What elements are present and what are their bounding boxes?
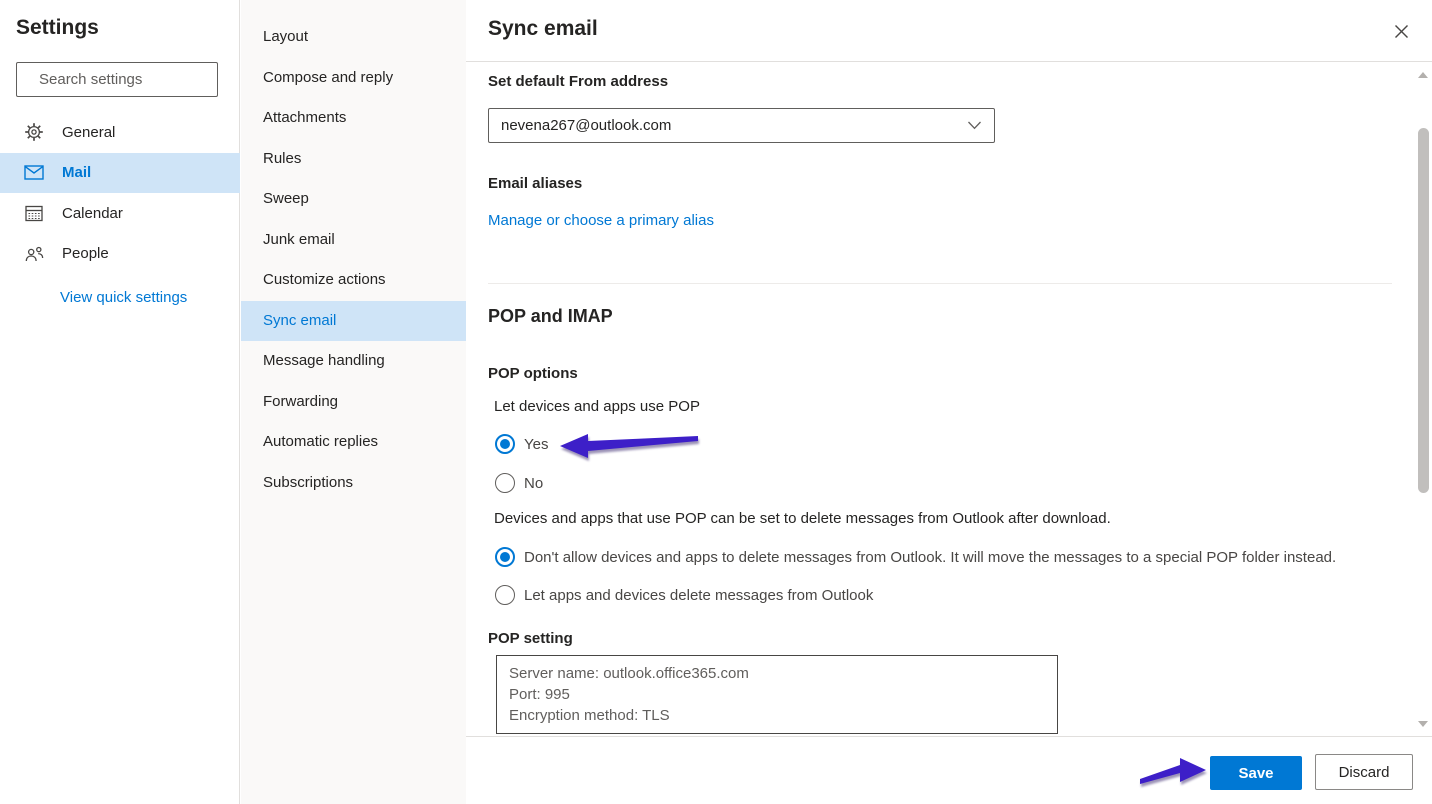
subnav-item-message-handling[interactable]: Message handling — [241, 341, 466, 382]
sidebar-item-label: People — [62, 245, 109, 262]
subnav-item-attachments[interactable]: Attachments — [241, 98, 466, 139]
subnav-item-customize-actions[interactable]: Customize actions — [241, 260, 466, 301]
sidebar-item-people[interactable]: People — [0, 234, 240, 275]
scrollbar-thumb[interactable] — [1418, 128, 1429, 493]
sidebar-item-label: General — [62, 124, 115, 141]
pop-setting-label: POP setting — [488, 630, 573, 647]
scrollbar-up-icon[interactable] — [1418, 72, 1428, 78]
use-pop-label: Let devices and apps use POP — [494, 398, 700, 415]
search-input[interactable] — [39, 71, 238, 88]
scrollbar-down-icon[interactable] — [1418, 721, 1428, 727]
sidebar-item-mail[interactable]: Mail — [0, 153, 240, 194]
subnav-item-layout[interactable]: Layout — [241, 17, 466, 58]
gear-icon — [24, 122, 44, 142]
sidebar-item-label: Mail — [62, 164, 91, 181]
section-divider — [488, 283, 1392, 284]
sync-email-panel: Sync email Set default From address neve… — [466, 0, 1432, 804]
people-icon — [24, 246, 44, 262]
radio-dont-allow-label: Don't allow devices and apps to delete m… — [524, 549, 1336, 566]
default-from-heading: Set default From address — [488, 73, 668, 90]
panel-scrollbar[interactable] — [1415, 62, 1432, 735]
settings-dialog: Settings — [0, 0, 1432, 804]
subnav-item-forwarding[interactable]: Forwarding — [241, 382, 466, 423]
close-button[interactable] — [1391, 21, 1411, 41]
sidebar-item-general[interactable]: General — [0, 112, 240, 153]
manage-alias-link[interactable]: Manage or choose a primary alias — [488, 212, 714, 229]
subnav-item-junk-email[interactable]: Junk email — [241, 220, 466, 261]
subnav-item-compose-and-reply[interactable]: Compose and reply — [241, 58, 466, 99]
radio-dont-allow[interactable] — [495, 547, 515, 567]
save-button[interactable]: Save — [1210, 756, 1302, 790]
radio-row-no[interactable]: No — [495, 473, 543, 493]
view-quick-settings-link[interactable]: View quick settings — [60, 289, 187, 306]
pop-port: Port: 995 — [509, 684, 1057, 705]
settings-search-box[interactable] — [16, 62, 218, 97]
panel-footer: Save Discard — [466, 736, 1432, 804]
close-icon — [1394, 24, 1409, 39]
annotation-arrow-yes — [558, 430, 700, 462]
subnav-item-rules[interactable]: Rules — [241, 139, 466, 180]
pop-server-name: Server name: outlook.office365.com — [509, 663, 1057, 684]
radio-yes-label: Yes — [524, 436, 548, 453]
header-divider — [466, 61, 1432, 62]
sidebar-item-calendar[interactable]: Calendar — [0, 193, 240, 234]
radio-let-delete[interactable] — [495, 585, 515, 605]
pop-options-label: POP options — [488, 365, 578, 382]
radio-no[interactable] — [495, 473, 515, 493]
sidebar-nav: General Mail — [0, 112, 240, 274]
from-address-dropdown[interactable]: nevena267@outlook.com — [488, 108, 995, 143]
email-aliases-heading: Email aliases — [488, 175, 582, 192]
settings-heading: Settings — [16, 16, 99, 40]
pop-encryption: Encryption method: TLS — [509, 705, 1057, 726]
mail-icon — [24, 165, 44, 180]
calendar-icon — [24, 204, 44, 222]
radio-row-yes[interactable]: Yes — [495, 434, 548, 454]
from-address-value: nevena267@outlook.com — [501, 117, 671, 134]
subnav-item-sweep[interactable]: Sweep — [241, 179, 466, 220]
discard-button[interactable]: Discard — [1315, 754, 1413, 790]
pop-setting-box: Server name: outlook.office365.com Port:… — [496, 655, 1058, 734]
radio-no-label: No — [524, 475, 543, 492]
chevron-down-icon — [967, 121, 982, 130]
panel-title: Sync email — [488, 17, 598, 41]
radio-row-let-delete[interactable]: Let apps and devices delete messages fro… — [495, 585, 873, 605]
subnav-item-subscriptions[interactable]: Subscriptions — [241, 463, 466, 504]
mail-settings-subnav: Layout Compose and reply Attachments Rul… — [241, 0, 466, 804]
subnav-item-automatic-replies[interactable]: Automatic replies — [241, 422, 466, 463]
radio-yes[interactable] — [495, 434, 515, 454]
pop-imap-heading: POP and IMAP — [488, 306, 613, 327]
subnav-item-sync-email[interactable]: Sync email — [241, 301, 466, 342]
sidebar-item-label: Calendar — [62, 205, 123, 222]
settings-sidebar: Settings — [0, 0, 240, 804]
radio-let-delete-label: Let apps and devices delete messages fro… — [524, 587, 873, 604]
pop-delete-question: Devices and apps that use POP can be set… — [494, 510, 1111, 527]
radio-row-dont-allow[interactable]: Don't allow devices and apps to delete m… — [495, 547, 1336, 567]
